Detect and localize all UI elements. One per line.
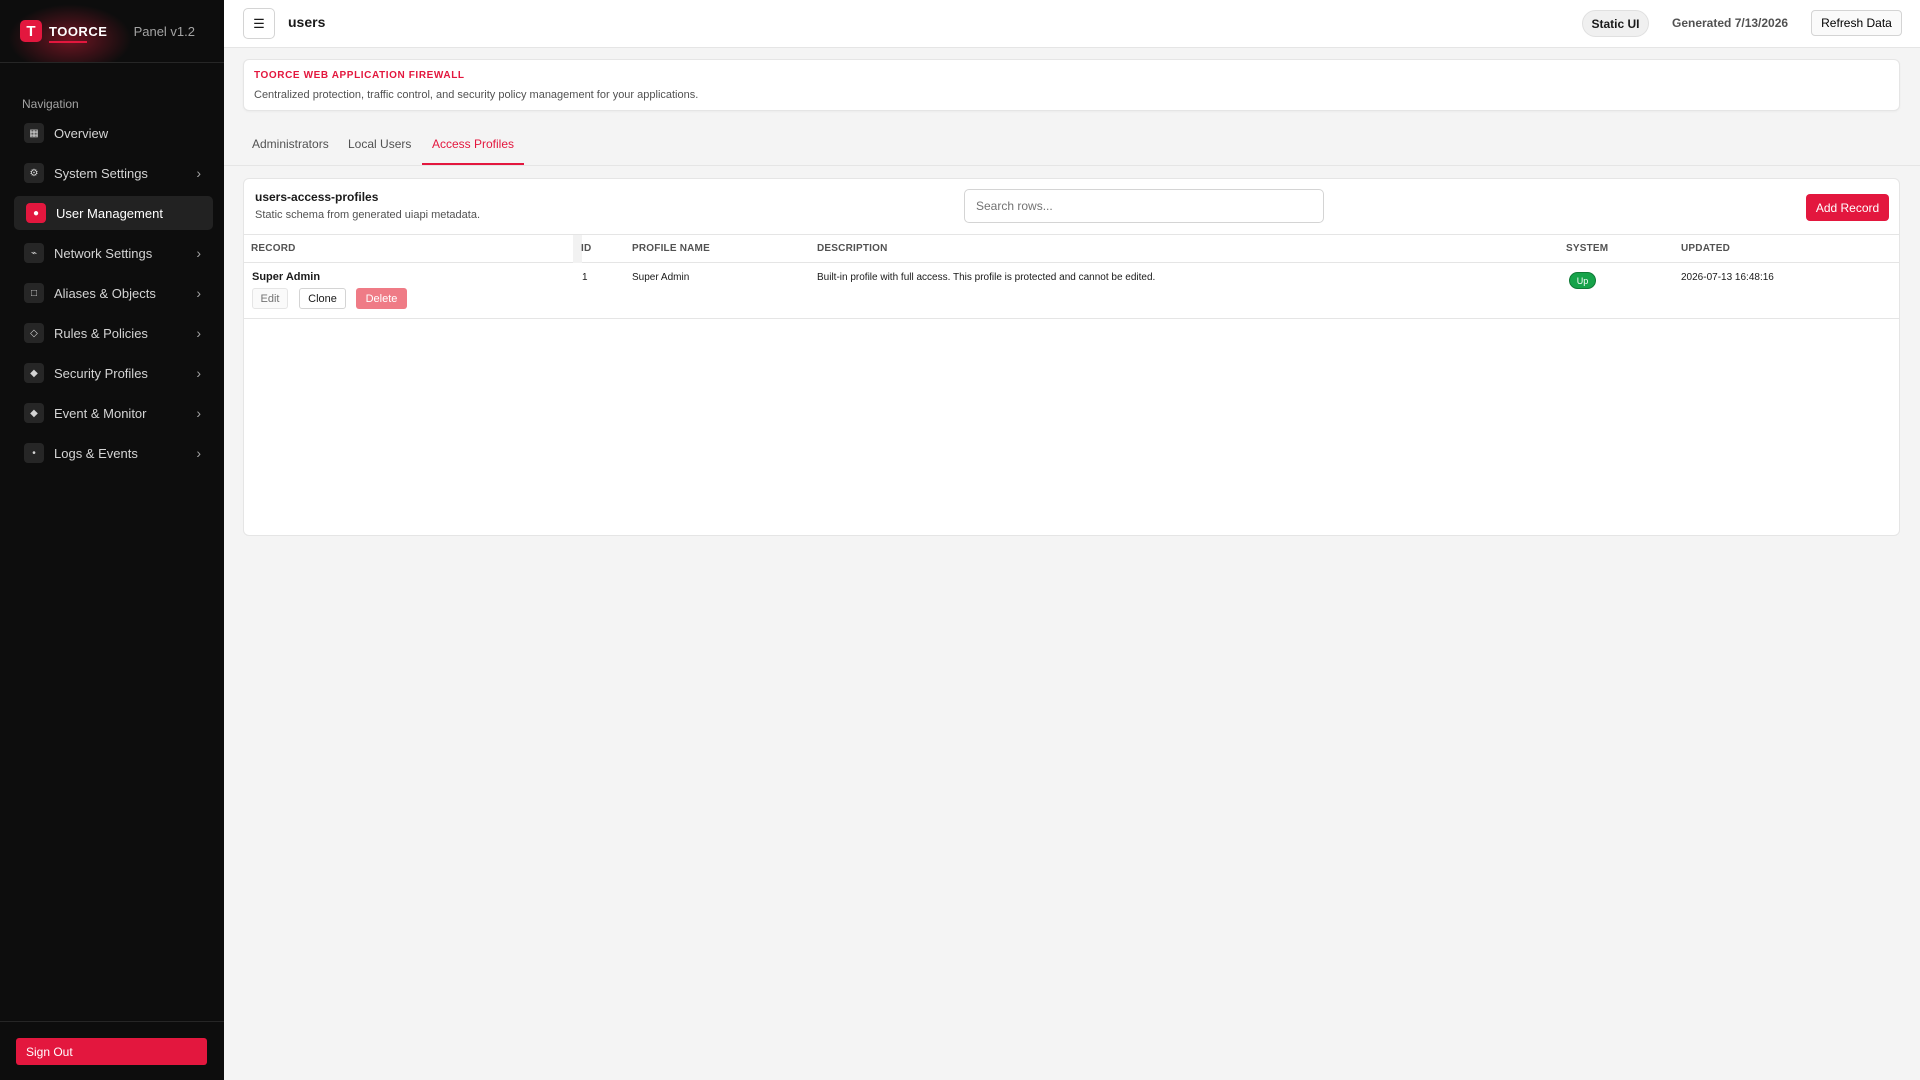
shield-icon: ◆	[24, 363, 44, 383]
refresh-data-button[interactable]: Refresh Data	[1811, 10, 1902, 36]
network-icon: ⌁	[24, 243, 44, 263]
hamburger-icon: ☰	[253, 15, 265, 31]
dot-icon: •	[24, 443, 44, 463]
sidebar-item-label: System Settings	[54, 165, 148, 181]
cell-updated: 2026-07-13 16:48:16	[1681, 272, 1774, 283]
sign-out-button[interactable]: Sign Out	[16, 1038, 207, 1065]
clone-button[interactable]: Clone	[299, 288, 346, 309]
generated-date: Generated 7/13/2026	[1672, 16, 1789, 30]
table-subtitle: Static schema from generated uiapi metad…	[255, 209, 481, 221]
monitor-icon: ◆	[24, 403, 44, 423]
edit-button[interactable]: Edit	[252, 288, 288, 309]
chevron-right-icon: ›	[196, 405, 201, 421]
sidebar-item-label: User Management	[56, 205, 163, 221]
search-input[interactable]	[964, 189, 1324, 223]
banner-title: TOORCE WEB APPLICATION FIREWALL	[254, 70, 465, 81]
cell-id: 1	[582, 272, 588, 283]
add-record-button[interactable]: Add Record	[1806, 194, 1889, 221]
sidebar: T TOORCE Panel v1.2 Navigation ▦ Overvie…	[0, 0, 224, 1080]
brand-name: TOORCE	[49, 23, 108, 43]
menu-toggle-button[interactable]: ☰	[243, 8, 275, 39]
sidebar-item-logs-events[interactable]: • Logs & Events ›	[14, 436, 213, 470]
sidebar-item-user-management[interactable]: ● User Management	[14, 196, 213, 230]
chevron-right-icon: ›	[196, 285, 201, 301]
brand: T TOORCE Panel v1.2	[0, 0, 224, 63]
table-header: RECORD ID PROFILE NAME DESCRIPTION SYSTE…	[244, 234, 1899, 263]
table-row: Super Admin Edit Clone Delete 1 Super Ad…	[244, 263, 1899, 319]
tab-local-users[interactable]: Local Users	[348, 122, 411, 165]
sidebar-item-system-settings[interactable]: ⚙ System Settings ›	[14, 156, 213, 190]
banner-subtitle: Centralized protection, traffic control,…	[254, 89, 699, 101]
chevron-right-icon: ›	[196, 165, 201, 181]
product-banner: TOORCE WEB APPLICATION FIREWALL Centrali…	[243, 59, 1900, 111]
records-table-card: users-access-profiles Static schema from…	[243, 178, 1900, 536]
diamond-icon: ◇	[24, 323, 44, 343]
chevron-right-icon: ›	[196, 245, 201, 261]
sidebar-item-overview[interactable]: ▦ Overview	[14, 116, 213, 150]
gear-icon: ⚙	[24, 163, 44, 183]
status-badge: Up	[1569, 272, 1596, 289]
sidebar-item-event-monitor[interactable]: ◆ Event & Monitor ›	[14, 396, 213, 430]
panel-version: Panel v1.2	[133, 23, 195, 39]
logo-icon: T	[20, 20, 42, 42]
user-icon: ●	[26, 203, 46, 223]
sidebar-item-network-settings[interactable]: ⌁ Network Settings ›	[14, 236, 213, 270]
grid-icon: ▦	[24, 123, 44, 143]
topbar: ☰ users Static UI Generated 7/13/2026 Re…	[224, 0, 1920, 48]
delete-button[interactable]: Delete	[356, 288, 407, 309]
chevron-right-icon: ›	[196, 325, 201, 341]
sidebar-item-label: Overview	[54, 125, 109, 141]
column-header-record[interactable]: RECORD	[251, 243, 296, 254]
chevron-right-icon: ›	[196, 365, 201, 381]
column-header-updated[interactable]: UPDATED	[1681, 243, 1730, 254]
sidebar-item-rules-policies[interactable]: ◇ Rules & Policies ›	[14, 316, 213, 350]
sidebar-item-label: Network Settings	[54, 245, 153, 261]
page-title: users	[288, 14, 326, 30]
column-header-id[interactable]: ID	[581, 243, 591, 254]
square-icon: □	[24, 283, 44, 303]
sidebar-item-label: Rules & Policies	[54, 325, 148, 341]
sidebar-item-aliases-objects[interactable]: □ Aliases & Objects ›	[14, 276, 213, 310]
sidebar-item-label: Logs & Events	[54, 445, 138, 461]
table-title: users-access-profiles	[255, 190, 379, 204]
sidebar-footer: Sign Out	[0, 1021, 224, 1080]
column-header-description[interactable]: DESCRIPTION	[817, 243, 888, 254]
record-name: Super Admin	[252, 271, 321, 283]
tab-administrators[interactable]: Administrators	[252, 122, 329, 165]
sidebar-item-label: Aliases & Objects	[54, 285, 156, 301]
mode-badge: Static UI	[1582, 10, 1649, 37]
cell-description: Built-in profile with full access. This …	[817, 272, 1156, 283]
column-header-system[interactable]: SYSTEM	[1566, 243, 1608, 254]
sidebar-nav: ▦ Overview ⚙ System Settings › ● User Ma…	[14, 116, 213, 476]
tab-bar: Administrators Local Users Access Profil…	[224, 122, 1920, 166]
column-header-profile-name[interactable]: PROFILE NAME	[632, 243, 710, 254]
sidebar-item-label: Security Profiles	[54, 365, 148, 381]
nav-heading: Navigation	[22, 97, 79, 111]
sidebar-item-label: Event & Monitor	[54, 405, 147, 421]
sidebar-item-security-profiles[interactable]: ◆ Security Profiles ›	[14, 356, 213, 390]
tab-access-profiles[interactable]: Access Profiles	[422, 122, 525, 165]
chevron-right-icon: ›	[196, 445, 201, 461]
cell-profile-name: Super Admin	[632, 272, 690, 283]
